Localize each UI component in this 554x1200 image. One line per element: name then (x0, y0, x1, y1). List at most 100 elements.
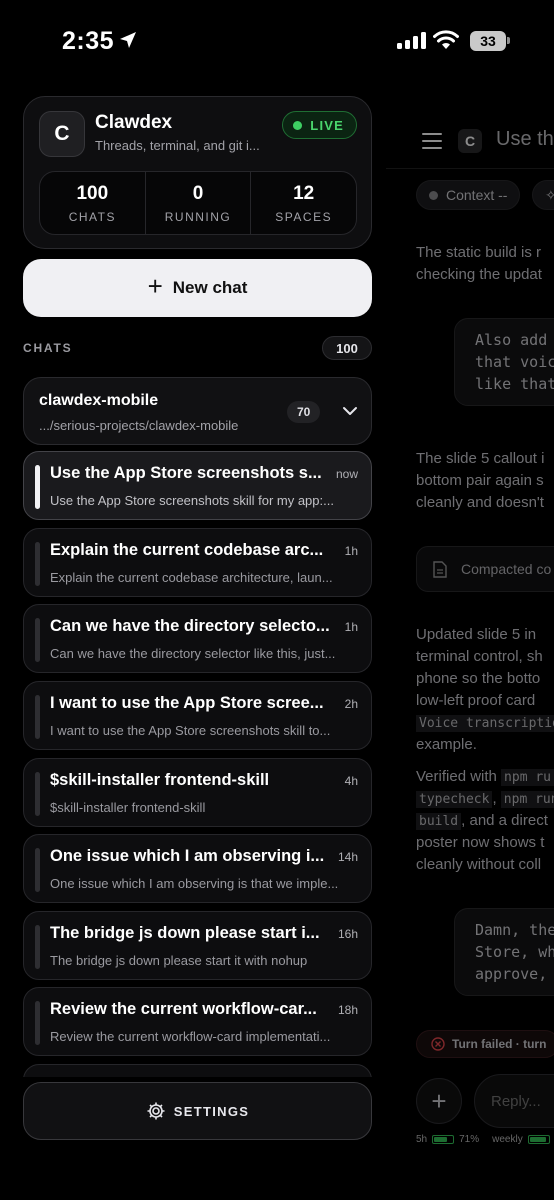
compacted-context-card[interactable]: Compacted co (416, 546, 554, 592)
active-indicator (35, 465, 40, 509)
usage-meters: 5h 71% weekly (416, 1134, 550, 1145)
menu-icon[interactable] (422, 133, 442, 154)
app-subtitle: Threads, terminal, and git i... (95, 138, 260, 153)
usage-5h-percent: 71% (459, 1134, 480, 1145)
chat-time: 18h (337, 1003, 358, 1017)
project-group-header[interactable]: clawdex-mobile .../serious-projects/claw… (23, 377, 372, 445)
chat-preview: Review the current workflow-card impleme… (50, 1029, 331, 1044)
project-chat-count: 70 (287, 401, 321, 423)
chat-preview: Use the App Store screenshots skill for … (50, 493, 334, 508)
project-path: .../serious-projects/clawdex-mobile (39, 418, 239, 433)
chat-list[interactable]: Use the App Store screenshots s... now U… (23, 451, 372, 1077)
document-icon (433, 561, 447, 578)
thread-avatar: C (458, 129, 482, 153)
user-message-2: Damn, the Store, wh approve, (454, 908, 554, 996)
sidebar-drawer: C Clawdex Threads, terminal, and git i..… (0, 80, 386, 1200)
chat-time: 4h (344, 774, 358, 788)
chat-indicator (35, 848, 40, 892)
live-label: LIVE (310, 117, 344, 133)
status-bar: 2:35 33 (0, 0, 554, 80)
chat-indicator (35, 618, 40, 662)
stat-value: 12 (293, 182, 315, 204)
chat-title: The bridge js down please start i... (50, 924, 320, 942)
stat-label: SPACES (275, 209, 333, 224)
chat-preview: Can we have the directory selector like … (50, 646, 336, 661)
stat-spaces: 12 SPACES (251, 172, 356, 234)
chat-preview: Explain the current codebase architectur… (50, 570, 333, 585)
chat-indicator (35, 542, 40, 586)
app-title: Clawdex (95, 112, 173, 133)
chat-title: Review the current workflow-car... (50, 1000, 317, 1018)
chat-time: 14h (337, 850, 358, 864)
stats-panel: 100 CHATS 0 RUNNING 12 SPACES (39, 171, 357, 235)
cellular-signal-icon (397, 32, 426, 49)
verified-mid: , and a direct (461, 812, 548, 829)
chat-list-item[interactable]: One issue which I am observing i... 14h … (23, 834, 372, 903)
sparkle-icon: ✧ (545, 186, 554, 203)
chevron-down-icon[interactable] (342, 406, 358, 416)
chat-title: Explain the current codebase arc... (50, 541, 324, 559)
chat-list-item[interactable]: Can we have the directory selecto... 1h … (23, 604, 372, 673)
message-text-1: The static build is r checking the updat (416, 244, 542, 283)
chat-time: now (335, 467, 358, 481)
chat-indicator (35, 772, 40, 816)
chat-title: I want to use the App Store scree... (50, 694, 324, 712)
usage-weekly-bar (527, 1135, 550, 1144)
model-pill[interactable]: ✧ (532, 180, 554, 210)
new-chat-button[interactable]: + New chat (23, 259, 372, 317)
chat-list-item[interactable]: The bridge js down please start i... 16h… (23, 911, 372, 980)
clock: 2:35 (62, 27, 115, 55)
message-text-2: The slide 5 callout i bottom pair again … (416, 450, 545, 511)
live-dot-icon (293, 120, 303, 130)
chat-time: 2h (344, 697, 358, 711)
chat-title: One issue which I am observing i... (50, 847, 325, 865)
app-logo: C (39, 111, 85, 157)
chat-preview: $skill-installer frontend-skill (50, 800, 206, 815)
stat-label: CHATS (68, 209, 116, 224)
compacted-label: Compacted co (461, 561, 552, 577)
chat-list-item[interactable]: Use the App Store screenshots s... now U… (23, 451, 372, 520)
stat-chats: 100 CHATS (40, 172, 146, 234)
settings-button[interactable]: SETTINGS (23, 1082, 372, 1140)
chat-list-item[interactable]: Review the current workflow-car... 18h R… (23, 987, 372, 1056)
reply-input[interactable]: Reply... (474, 1074, 554, 1128)
chat-indicator (35, 1001, 40, 1045)
chat-title: Can we have the directory selecto... (50, 617, 330, 635)
new-chat-label: New chat (172, 278, 248, 297)
chat-list-item[interactable]: $skill-installer frontend-skill 4h $skil… (23, 758, 372, 827)
chat-list-item[interactable]: Explain the current codebase arc... 1h E… (23, 528, 372, 597)
context-pill[interactable]: Context -- (416, 180, 521, 210)
plus-icon: + (147, 271, 163, 301)
battery-icon: 33 (470, 31, 506, 51)
settings-label: SETTINGS (173, 1103, 250, 1119)
stat-label: RUNNING (164, 209, 232, 224)
live-status-badge: LIVE (282, 111, 357, 139)
usage-5h-label: 5h (416, 1134, 428, 1145)
context-pill-label: Context -- (446, 187, 508, 203)
message-text-3: Updated slide 5 in terminal control, sh … (416, 626, 543, 709)
turn-failed-badge: Turn failed · turn (416, 1030, 554, 1058)
wifi-icon (433, 30, 459, 49)
stat-running: 0 RUNNING (146, 172, 252, 234)
chat-time: 1h (344, 544, 358, 558)
chats-section-label: CHATS (23, 341, 73, 355)
inline-code-npm-run: npm run (500, 791, 554, 808)
chat-title: Use the App Store screenshots s... (50, 464, 322, 482)
chats-count-badge: 100 (322, 336, 372, 360)
chat-preview: One issue which I am observing is that w… (50, 876, 339, 891)
attach-button[interactable]: + (416, 1078, 462, 1124)
stat-value: 0 (192, 182, 204, 204)
context-dot-icon (429, 190, 438, 200)
verified-prefix: Verified with (416, 768, 502, 785)
app-header-card: C Clawdex Threads, terminal, and git i..… (23, 96, 372, 249)
inline-code-build: build (416, 813, 462, 830)
chat-list-item[interactable]: I want to use the App Store scree... 2h … (23, 681, 372, 750)
chat-time: 16h (337, 927, 358, 941)
chat-list-item-partial[interactable] (23, 1064, 372, 1077)
turn-failed-label: Turn failed · turn (452, 1037, 547, 1051)
error-circle-icon (431, 1037, 445, 1051)
chat-time: 1h (344, 620, 358, 634)
stat-value: 100 (76, 182, 109, 204)
user-message-1: Also add that voic like that (454, 318, 554, 406)
chat-indicator (35, 695, 40, 739)
